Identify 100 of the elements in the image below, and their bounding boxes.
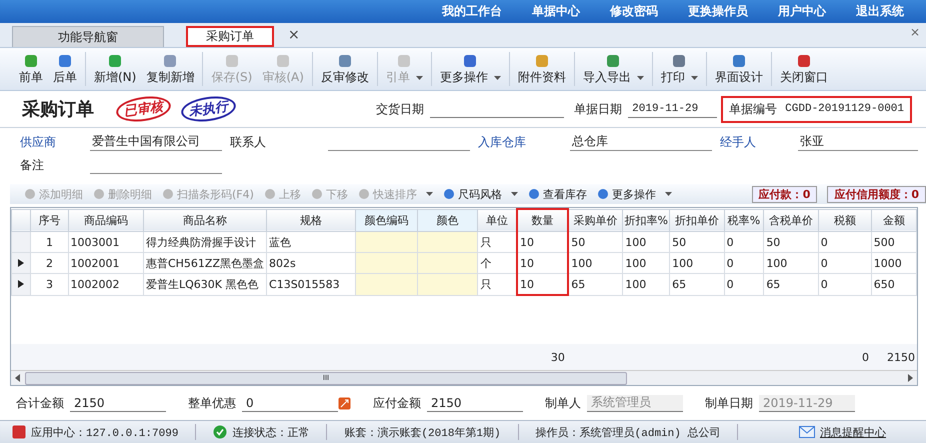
toolbar-button[interactable]: 新增(N)	[89, 52, 142, 86]
status-text: 应用中心：127.0.0.1:7099	[31, 426, 178, 440]
column-header[interactable]: 税率%	[724, 209, 764, 232]
column-header[interactable]: 折扣率%	[622, 209, 670, 232]
row-pointer-icon	[18, 258, 24, 266]
toolbar-button[interactable]: 关闭窗口	[774, 52, 833, 86]
caret-icon	[690, 76, 698, 80]
column-header[interactable]: 采购单价	[568, 209, 623, 232]
toolbar-icon	[57, 52, 73, 68]
input-field[interactable]: 总仓库	[570, 132, 712, 151]
input-field[interactable]: 0	[242, 394, 338, 412]
field-label[interactable]: 经手人	[720, 133, 798, 151]
column-header[interactable]: 单位	[478, 209, 517, 232]
table-cell: 50	[670, 232, 724, 252]
mail-icon	[799, 426, 815, 438]
payable-badge: 应付款：0	[752, 186, 818, 202]
total-cell: 2150	[871, 344, 917, 370]
toolbar-icon	[336, 52, 353, 68]
toolbar-icon	[671, 52, 688, 68]
column-header[interactable]: 折扣单价	[670, 209, 724, 232]
circle-icon	[528, 188, 540, 200]
column-header[interactable]: 颜色	[418, 209, 478, 232]
doc-number-field[interactable]: 单据编号 CGDD-20191129-0001	[721, 96, 912, 122]
table-cell: 1000	[871, 252, 916, 274]
toolbar-button[interactable]: 复制新增	[141, 52, 200, 86]
field-label: 制单日期	[705, 394, 753, 412]
table-cell: 1	[30, 232, 68, 252]
toolbar-button[interactable]: 导入导出	[578, 52, 649, 86]
table-cell	[418, 252, 478, 274]
toolbar-button[interactable]: 后单	[48, 52, 82, 86]
toolbar-icon	[107, 52, 124, 68]
toolbar-button[interactable]: 打印	[656, 52, 703, 86]
field-label[interactable]: 入库仓库	[478, 133, 570, 151]
detail-toolbar-button[interactable]: 更多操作	[596, 186, 672, 202]
table-cell: 100	[622, 232, 670, 252]
top-menu-item[interactable]: 更换操作员	[688, 3, 748, 20]
table-cell: 得力经典防滑握手设计	[143, 232, 267, 252]
table-cell: 1002002	[68, 274, 144, 295]
toolbar-icon	[224, 52, 240, 68]
document-tab[interactable]: 采购订单	[186, 26, 274, 47]
top-menu-item[interactable]: 单据中心	[532, 3, 580, 20]
caret-icon	[636, 76, 644, 80]
circle-icon	[310, 188, 323, 200]
column-header[interactable]: 数量	[517, 209, 568, 232]
table-cell: 0	[818, 274, 872, 295]
column-header[interactable]: 商品名称	[143, 209, 267, 232]
input-field[interactable]: 爱普生中国有限公司	[90, 132, 222, 151]
table-cell: 10	[517, 252, 568, 274]
input-field[interactable]: 2150	[427, 394, 523, 412]
toolbar-icon	[275, 52, 292, 68]
circle-icon	[162, 188, 174, 200]
top-menu-item[interactable]: 用户中心	[778, 3, 826, 20]
table-cell	[418, 274, 478, 295]
field-label: 单据日期	[574, 100, 622, 118]
date-field[interactable]: 2019-11-29	[628, 100, 718, 118]
row-indicator[interactable]	[12, 274, 31, 295]
column-header[interactable]: 颜色编码	[356, 209, 418, 232]
caret-icon	[664, 192, 672, 196]
window-close-button[interactable]: ×	[910, 25, 920, 39]
toolbar-button[interactable]: 界面设计	[710, 52, 768, 86]
column-header[interactable]: 序号	[30, 209, 68, 232]
input-field[interactable]: 张亚	[798, 132, 918, 151]
column-header[interactable]: 规格	[266, 209, 356, 232]
toolbar-icon	[462, 52, 478, 68]
column-header[interactable]: 税额	[818, 209, 872, 232]
tab-close-button[interactable]: ×	[288, 27, 300, 43]
input-field[interactable]: 2150	[70, 394, 166, 412]
toolbar-button[interactable]: 更多操作	[434, 52, 506, 86]
row-indicator[interactable]	[12, 252, 31, 274]
top-menu-item[interactable]: 退出系统	[856, 3, 904, 20]
table-cell: 100	[764, 252, 818, 274]
status-text: 操作员：系统管理员(admin) 总公司	[536, 426, 720, 440]
toolbar-button[interactable]: 附件资料	[512, 52, 571, 86]
field-label: 交货日期	[376, 100, 424, 118]
table-cell: 0	[724, 252, 764, 274]
column-header[interactable]: 商品编码	[68, 209, 144, 232]
table-cell	[356, 274, 418, 295]
detail-toolbar-button[interactable]: 查看库存	[528, 186, 587, 202]
payable-badge: 应付信用额度：0	[827, 186, 926, 202]
discount-icon[interactable]	[338, 396, 351, 410]
column-header[interactable]: 金额	[871, 209, 916, 232]
toolbar-button[interactable]: 前单	[14, 52, 48, 86]
toolbar-icon	[534, 52, 550, 68]
top-menu-item[interactable]: 我的工作台	[442, 3, 502, 20]
table-cell: 650	[871, 274, 916, 295]
circle-icon	[358, 188, 370, 200]
form-title: 采购订单	[22, 98, 94, 121]
detail-toolbar-button[interactable]: 尺码风格	[442, 186, 518, 202]
message-center-link[interactable]: 消息提醒中心	[820, 424, 886, 440]
table-cell: 10	[517, 274, 568, 295]
top-menu-item[interactable]: 修改密码	[610, 3, 658, 20]
total-cell: 30	[514, 344, 567, 370]
field-label[interactable]: 供应商	[20, 133, 90, 151]
document-tab[interactable]: 功能导航窗	[12, 26, 164, 47]
column-header[interactable]: 含税单价	[764, 209, 818, 232]
toolbar-button[interactable]: 反审修改	[316, 52, 374, 86]
field-label: 应付金额	[373, 394, 421, 412]
table-cell: 1003001	[68, 232, 144, 252]
total-cell: 0	[816, 344, 872, 370]
caret-icon	[426, 192, 433, 196]
